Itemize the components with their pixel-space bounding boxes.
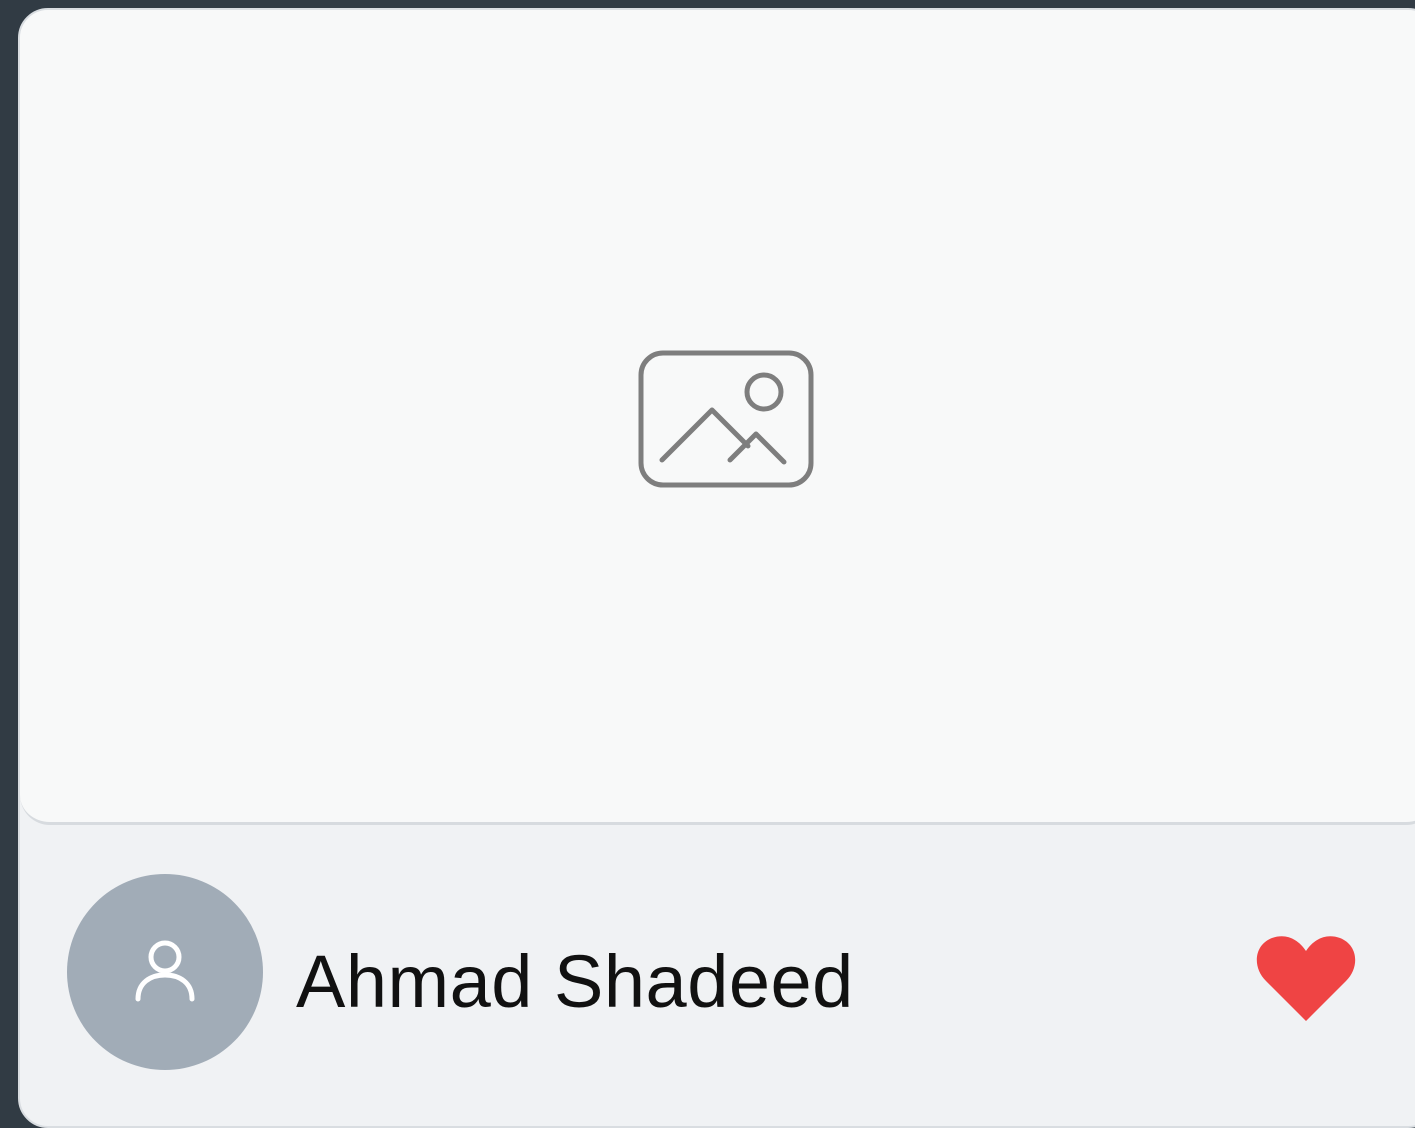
card-footer: Ahmad Shadeed — [20, 825, 1415, 1125]
avatar[interactable] — [67, 874, 263, 1070]
article-card[interactable]: Ahmad Shadeed — [18, 8, 1415, 1128]
card-thumbnail — [20, 10, 1415, 825]
user-icon — [135, 940, 195, 1002]
image-placeholder-icon — [638, 350, 814, 488]
like-button[interactable] — [1256, 933, 1356, 1025]
author-name[interactable]: Ahmad Shadeed — [296, 937, 854, 1027]
heart-icon — [1256, 936, 1356, 1021]
